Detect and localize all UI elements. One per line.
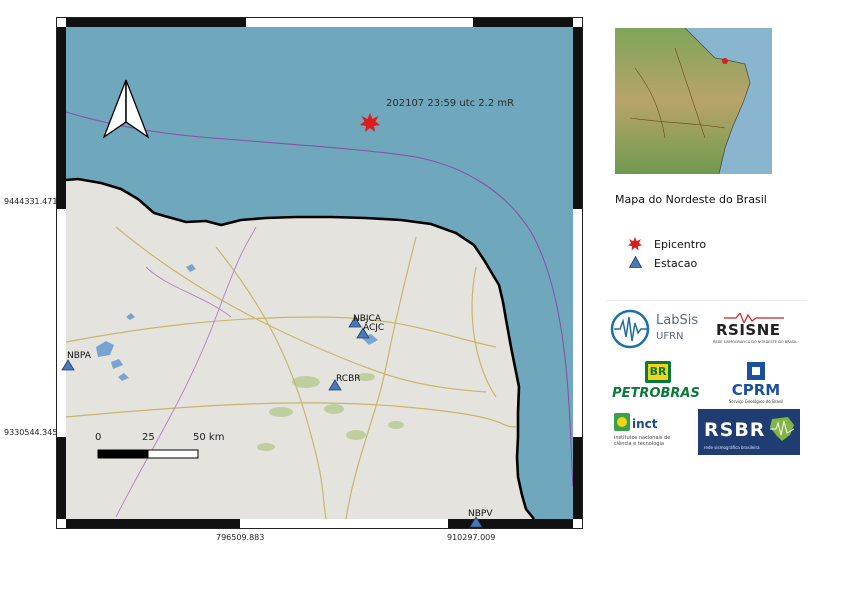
inct-brazil-icon bbox=[614, 413, 630, 431]
rsbr-name: RSBR bbox=[704, 419, 766, 441]
rsisne-sub: REDE SISMOGRÁFICA DO NORDESTE DO BRASIL bbox=[712, 340, 798, 344]
inset-caption: Mapa do Nordeste do Brasil bbox=[615, 193, 767, 206]
petrobras-badge-text: BR bbox=[649, 365, 667, 378]
event-label: 202107 23:59 utc 2.2 mR bbox=[386, 98, 515, 109]
logos-panel: LabSis UFRN RSISNE REDE SISMOGRÁFICA DO … bbox=[606, 300, 806, 461]
inct-sub: institutos nacionais de ciência e tecnol… bbox=[614, 435, 671, 447]
station-label-acjc: ACJC bbox=[363, 323, 385, 333]
coord-y-top: 9444331.471 bbox=[4, 197, 58, 206]
logo-rsbr: RSBR rede sismográfica brasileira bbox=[698, 409, 800, 455]
cprm-emblem-icon bbox=[747, 362, 765, 380]
labsis-name: LabSis bbox=[656, 313, 699, 328]
coord-x-left: 796509.883 bbox=[216, 533, 265, 542]
rsbr-map-icon bbox=[770, 417, 795, 441]
petrobras-badge: BR bbox=[645, 361, 671, 383]
inset-map[interactable] bbox=[615, 27, 772, 175]
petrobras-name: PETROBRAS bbox=[612, 386, 700, 401]
coord-x-right: 910297.009 bbox=[447, 533, 496, 542]
legend-epicenter-label: Epicentro bbox=[654, 238, 707, 251]
map-canvas bbox=[56, 17, 583, 529]
labsis-sub: UFRN bbox=[656, 331, 684, 342]
logo-labsis: LabSis UFRN bbox=[610, 307, 702, 351]
inset-canvas bbox=[615, 27, 772, 175]
cprm-sub: Serviço Geológico do Brasil bbox=[728, 399, 784, 404]
station-label-nbpv: NBPV bbox=[468, 509, 493, 519]
logo-cprm: CPRM Serviço Geológico do Brasil bbox=[712, 361, 800, 405]
station-label-nbpa: NBPA bbox=[67, 351, 91, 361]
legend-station-icon bbox=[629, 256, 642, 268]
main-map[interactable]: 202107 23:59 utc 2.2 mR NBPA NBJCA ACJC … bbox=[56, 17, 583, 529]
rsisne-name: RSISNE bbox=[716, 321, 781, 339]
logo-inct: inct institutos nacionais de ciência e t… bbox=[610, 409, 686, 455]
inset-epicenter-icon bbox=[722, 58, 728, 64]
scale-label-25: 25 bbox=[142, 432, 155, 443]
station-label-rcbr: RCBR bbox=[336, 374, 361, 384]
legend-epicenter-icon bbox=[628, 237, 642, 251]
logo-rsisne: RSISNE REDE SISMOGRÁFICA DO NORDESTE DO … bbox=[710, 313, 800, 349]
labsis-seismo-icon bbox=[610, 309, 650, 349]
coord-y-bottom: 9330544.345 bbox=[4, 428, 58, 437]
rsbr-sub: rede sismográfica brasileira bbox=[704, 445, 760, 450]
legend-station-label: Estacao bbox=[654, 257, 698, 270]
scale-label-50: 50 km bbox=[193, 432, 225, 443]
legend: Epicentro Estacao bbox=[628, 236, 768, 276]
inct-name: inct bbox=[632, 417, 658, 431]
scale-bar bbox=[97, 449, 199, 459]
cprm-name: CPRM bbox=[731, 381, 781, 399]
logo-petrobras: BR PETROBRAS bbox=[610, 359, 702, 403]
scale-label-0: 0 bbox=[95, 432, 102, 443]
